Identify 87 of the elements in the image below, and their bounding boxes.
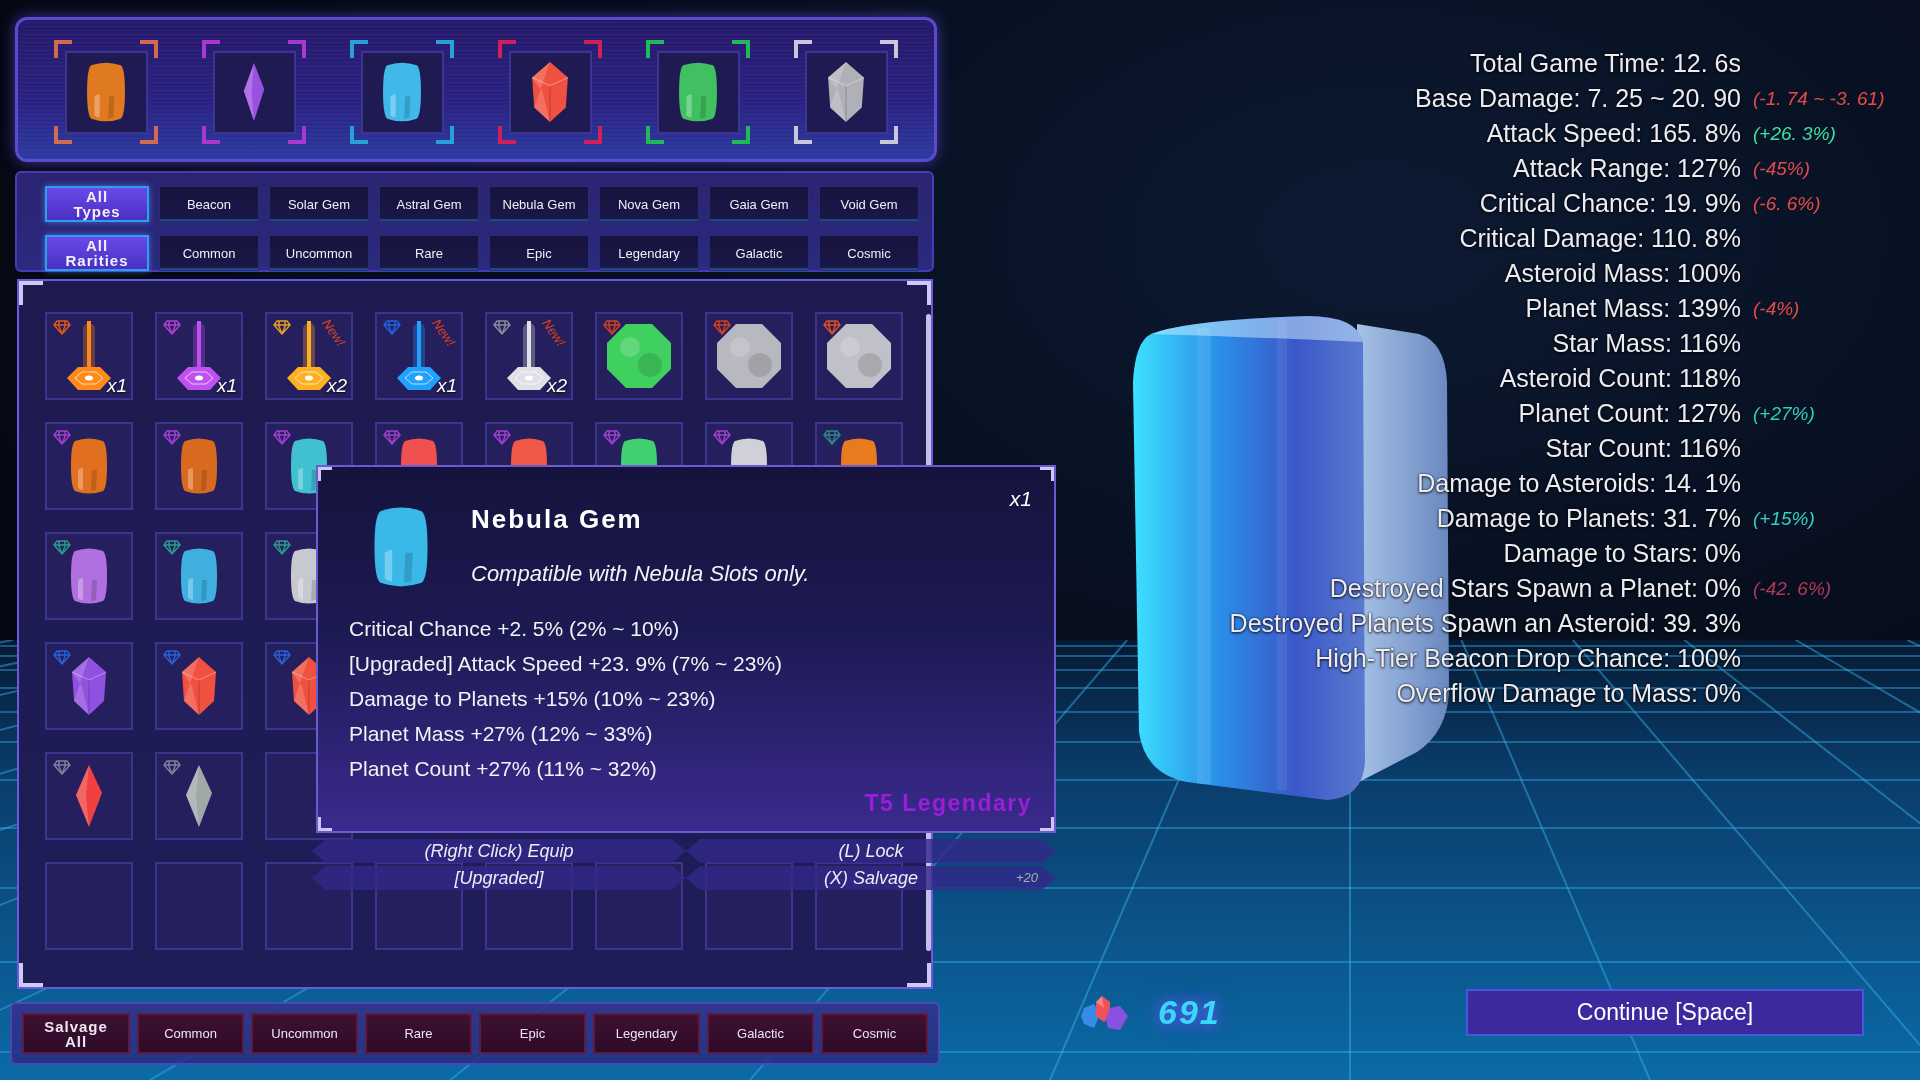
salvage-rarity-button[interactable]: Uncommon [251, 1013, 358, 1054]
filter-button[interactable]: Cosmic [819, 235, 919, 271]
filter-button[interactable]: Legendary [599, 235, 699, 271]
salvage-rarity-button[interactable]: Galactic [707, 1013, 814, 1054]
filter-button[interactable]: Rare [379, 235, 479, 271]
inventory-slot[interactable] [45, 642, 133, 730]
item-quantity: x1 [1009, 486, 1032, 512]
filter-button[interactable]: All Types [45, 186, 149, 222]
item-stat: [Upgraded] Attack Speed +23. 9% (7% ~ 23%) [349, 651, 783, 677]
stat-text: Damage to Stars: 0% [1503, 538, 1741, 569]
stat-text: Attack Speed: 165. 8% [1486, 118, 1741, 149]
stat-text: Star Mass: 116% [1552, 328, 1741, 359]
stat-change: (-4%) [1753, 297, 1800, 321]
filter-button[interactable]: Gaia Gem [709, 186, 809, 222]
salvage-rarity-button[interactable]: Epic [479, 1013, 586, 1054]
stat-text: Planet Count: 127% [1518, 398, 1741, 429]
item-stat: Planet Mass +27% (12% ~ 33%) [349, 721, 653, 747]
stat-change: (-6. 6%) [1753, 192, 1821, 216]
stat-change: (-45%) [1753, 157, 1810, 181]
stat-text: Asteroid Count: 118% [1499, 363, 1741, 394]
stat-change: (-42. 6%) [1753, 577, 1832, 601]
item-quantity: x1 [106, 376, 127, 397]
salvage-bonus: +20 [1015, 869, 1039, 887]
stat-change: (+15%) [1753, 507, 1815, 531]
filter-button[interactable]: Nebula Gem [489, 186, 589, 222]
currency-amount: 691 [1158, 993, 1221, 1032]
filter-button[interactable]: Common [159, 235, 259, 271]
inventory-slot[interactable]: x1 [45, 312, 133, 400]
rarity-label: T5 Legendary [864, 789, 1032, 818]
filter-button[interactable]: Beacon [159, 186, 259, 222]
salvage-rarity-button[interactable]: Rare [365, 1013, 472, 1054]
item-quantity: x1 [436, 376, 457, 397]
item-stat: Planet Count +27% (11% ~ 32%) [349, 756, 657, 782]
gem-slot[interactable] [212, 50, 296, 134]
filter-button[interactable]: Solar Gem [269, 186, 369, 222]
action-hint: (L) Lock [838, 840, 904, 863]
gem-cluster-icon [1080, 993, 1130, 1032]
action-hint: [Upgraded] [454, 867, 544, 890]
item-quantity: x2 [546, 376, 567, 397]
continue-button[interactable]: Continue [Space] [1466, 989, 1864, 1036]
tooltip-title: Nebula Gem [471, 504, 643, 534]
salvage-rarity-button[interactable]: Common [137, 1013, 244, 1054]
filter-button[interactable]: Uncommon [269, 235, 369, 271]
item-stat: Critical Chance +2. 5% (2% ~ 10%) [349, 616, 680, 642]
salvage-rarity-button[interactable]: Legendary [593, 1013, 700, 1054]
item-stat: Damage to Planets +15% (10% ~ 23%) [349, 686, 716, 712]
stat-text: Critical Chance: 19. 9% [1479, 188, 1741, 219]
stat-text: Base Damage: 7. 25 ~ 20. 90 [1415, 83, 1741, 114]
stat-text: Total Game Time: 12. 6s [1470, 48, 1741, 79]
gem-slot[interactable] [656, 50, 740, 134]
filter-button[interactable]: Epic [489, 235, 589, 271]
gem-slot[interactable] [804, 50, 888, 134]
gem-slot[interactable] [508, 50, 592, 134]
stat-text: Planet Mass: 139% [1525, 293, 1741, 324]
inventory-slot[interactable] [155, 642, 243, 730]
item-quantity: x2 [326, 376, 347, 397]
gem-slot[interactable] [360, 50, 444, 134]
inventory-slot[interactable] [155, 422, 243, 510]
stat-text: Asteroid Mass: 100% [1504, 258, 1741, 289]
filter-button[interactable]: Astral Gem [379, 186, 479, 222]
filter-button[interactable]: All Rarities [45, 235, 149, 271]
inventory-slot[interactable] [155, 752, 243, 840]
filter-button[interactable]: Nova Gem [599, 186, 699, 222]
salvage-rarity-button[interactable]: Cosmic [821, 1013, 928, 1054]
inventory-slot[interactable] [45, 532, 133, 620]
inventory-slot[interactable] [155, 532, 243, 620]
gem-slot[interactable] [64, 50, 148, 134]
item-quantity: x1 [216, 376, 237, 397]
action-hint: (Right Click) Equip [424, 840, 574, 863]
stat-change: (+26. 3%) [1753, 122, 1836, 146]
item-description: Compatible with Nebula Slots only. [471, 560, 810, 588]
stat-text: Star Count: 116% [1545, 433, 1741, 464]
filter-button[interactable]: Galactic [709, 235, 809, 271]
stat-change: (+27%) [1753, 402, 1815, 426]
inventory-slot[interactable]: x1 [155, 312, 243, 400]
inventory-slot[interactable] [595, 312, 683, 400]
stat-text: Attack Range: 127% [1513, 153, 1741, 184]
stat-change: (-1. 74 ~ -3. 61) [1753, 87, 1885, 111]
inventory-slot[interactable] [45, 752, 133, 840]
action-hint: (X) Salvage [823, 867, 918, 890]
stat-text: Critical Damage: 110. 8% [1459, 223, 1741, 254]
filter-button[interactable]: Void Gem [819, 186, 919, 222]
stat-text: Destroyed Stars Spawn a Planet: 0% [1329, 573, 1741, 604]
inventory-slot[interactable] [45, 422, 133, 510]
inventory-slot[interactable] [815, 312, 903, 400]
inventory-slot[interactable] [705, 312, 793, 400]
salvage-all-button[interactable]: Salvage All [22, 1013, 130, 1054]
